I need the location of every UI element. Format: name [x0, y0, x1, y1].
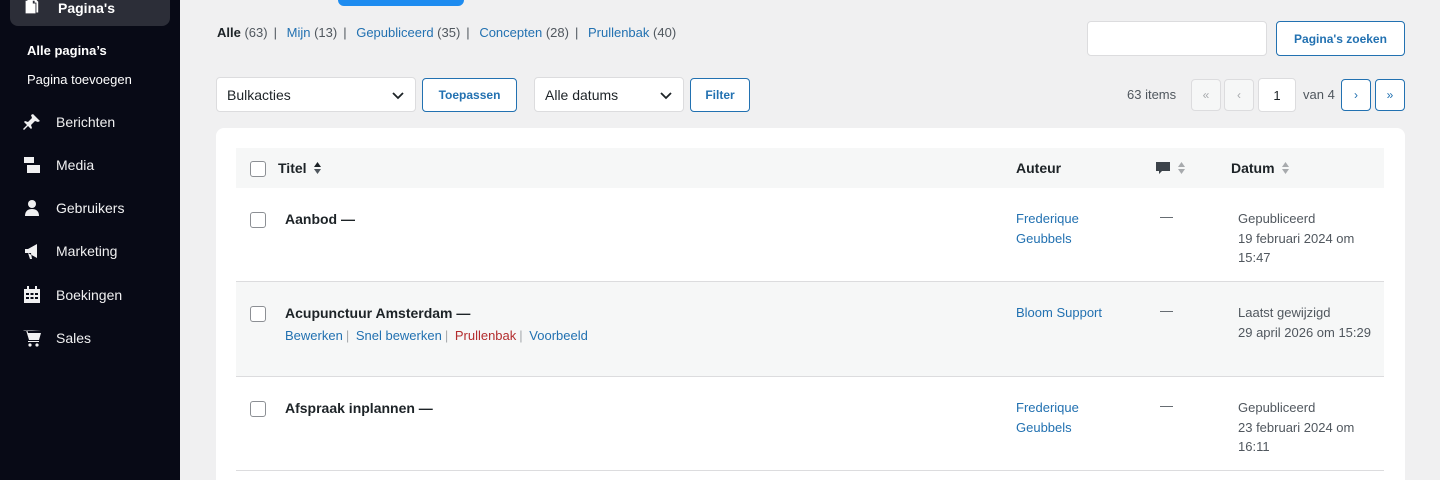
date-status: Gepubliceerd [1238, 400, 1316, 415]
select-value: Alle datums [545, 86, 619, 103]
sidebar-item-media[interactable]: Media [22, 155, 94, 175]
main-content: Alle (63) | Mijn (13) | Gepubliceerd (35) |… [180, 0, 1440, 480]
page-title-link[interactable]: Aanbod — [285, 211, 355, 227]
sidebar-item-bookings[interactable]: Boekingen [22, 285, 122, 305]
last-page-button[interactable]: » [1375, 79, 1405, 111]
filter-count: (35) [437, 25, 461, 40]
items-count: 63 items [1127, 87, 1177, 102]
date-cell: Gepubliceerd 19 februari 2024 om 15:47 [1238, 209, 1378, 268]
sidebar-item-label: Sales [56, 330, 92, 346]
author-link[interactable]: Frederique Geubbels [1016, 398, 1126, 437]
date-value: 19 februari 2024 om 15:47 [1238, 230, 1355, 266]
sidebar-item-label: Gebruikers [56, 200, 125, 216]
date-cell: Laatst gewijzigd 29 april 2026 om 15:29 [1238, 303, 1378, 342]
filter-drafts[interactable]: Concepten [479, 25, 542, 40]
first-page-button: « [1191, 79, 1221, 111]
sidebar-item-sales[interactable]: Sales [22, 328, 91, 348]
preview-link[interactable]: Voorbeeld [529, 328, 588, 343]
comment-icon [1156, 162, 1170, 174]
pages-icon [25, 0, 39, 14]
filter-count: (40) [653, 25, 677, 40]
calendar-icon [24, 286, 40, 303]
page-title-link[interactable]: Acupunctuur Amsterdam — [285, 305, 470, 321]
sidebar-sub-add-page[interactable]: Pagina toevoegen [27, 72, 132, 87]
author-link[interactable]: Frederique Geubbels [1016, 209, 1126, 248]
user-icon [25, 200, 39, 216]
pin-icon [23, 114, 40, 130]
filter-count: (13) [314, 25, 338, 40]
date-status: Gepubliceerd [1238, 211, 1316, 226]
table-header: Titel Auteur Datum [236, 148, 1384, 188]
search-pages-button[interactable]: Pagina's zoeken [1276, 21, 1405, 56]
column-label: Datum [1231, 160, 1275, 176]
table-row: Afspraak inplannen — Frederique Geubbels… [236, 377, 1384, 471]
row-checkbox[interactable] [250, 306, 266, 322]
next-page-button[interactable]: › [1341, 79, 1371, 111]
sidebar-item-label: Marketing [56, 243, 118, 259]
row-checkbox[interactable] [250, 212, 266, 228]
column-date[interactable]: Datum [1231, 160, 1290, 176]
add-new-button[interactable] [338, 0, 464, 6]
column-author: Auteur [1016, 160, 1061, 176]
sidebar-item-label: Media [56, 157, 95, 173]
trash-link[interactable]: Prullenbak [455, 328, 516, 343]
comment-count: — [1160, 209, 1173, 224]
admin-sidebar: Pagina's Alle pagina’s Pagina toevoegen … [0, 0, 180, 480]
date-value: 23 februari 2024 om 16:11 [1238, 419, 1355, 455]
status-filter-links: Alle (63) | Mijn (13) | Gepubliceerd (35) |… [217, 25, 677, 40]
filter-trash[interactable]: Prullenbak [588, 25, 649, 40]
prev-page-button: ‹ [1224, 79, 1254, 111]
column-label: Auteur [1016, 160, 1062, 176]
page-title-link[interactable]: Afspraak inplannen — [285, 400, 433, 416]
date-status: Laatst gewijzigd [1238, 305, 1331, 320]
column-comments[interactable] [1155, 160, 1186, 176]
sidebar-item-marketing[interactable]: Marketing [22, 241, 117, 261]
date-cell: Gepubliceerd 23 februari 2024 om 16:11 [1238, 398, 1378, 457]
sidebar-item-pages[interactable]: Pagina's [10, 0, 170, 26]
edit-link[interactable]: Bewerken [285, 328, 343, 343]
bulk-actions-select[interactable]: Bulkacties [216, 77, 416, 112]
date-filter-select[interactable]: Alle datums [534, 77, 684, 112]
column-label: Titel [278, 160, 307, 176]
sort-icon [1281, 162, 1289, 174]
comment-count: — [1160, 398, 1173, 413]
sidebar-item-posts[interactable]: Berichten [22, 112, 115, 132]
sidebar-item-label: Boekingen [56, 287, 123, 303]
row-checkbox[interactable] [250, 401, 266, 417]
pages-table: Titel Auteur Datum Aanbod — Frederique G… [216, 128, 1405, 480]
cart-icon [23, 330, 41, 347]
sort-icon [1178, 162, 1185, 174]
select-value: Bulkacties [227, 86, 291, 103]
sidebar-item-label: Pagina's [58, 0, 116, 16]
apply-button[interactable]: Toepassen [422, 78, 517, 112]
sidebar-item-users[interactable]: Gebruikers [22, 198, 124, 218]
author-link[interactable]: Bloom Support [1016, 303, 1126, 323]
chevron-down-icon [392, 91, 404, 99]
row-actions: Bewerken | Snel bewerken | Prullenbak | Voo… [285, 328, 588, 343]
chevron-down-icon [660, 91, 672, 99]
quick-edit-link[interactable]: Snel bewerken [356, 328, 442, 343]
comment-count: — [1160, 303, 1173, 318]
sort-icon [313, 162, 321, 174]
search-input[interactable] [1087, 21, 1267, 56]
filter-mine[interactable]: Mijn [287, 25, 311, 40]
total-pages: van 4 [1303, 87, 1335, 102]
filter-all[interactable]: Alle [217, 25, 241, 40]
filter-count: (28) [545, 25, 569, 40]
filter-published[interactable]: Gepubliceerd [356, 25, 433, 40]
media-icon [24, 157, 40, 173]
select-all-checkbox[interactable] [250, 161, 266, 177]
filter-count: (63) [244, 25, 268, 40]
column-title[interactable]: Titel [278, 160, 322, 176]
table-row: Aanbod — Frederique Geubbels — Gepublice… [236, 188, 1384, 282]
filter-button[interactable]: Filter [690, 78, 750, 112]
date-value: 29 april 2026 om 15:29 [1238, 324, 1371, 340]
table-row: Acupunctuur Amsterdam — Bewerken | Snel b… [236, 282, 1384, 377]
megaphone-icon [25, 244, 37, 259]
sidebar-sub-all-pages[interactable]: Alle pagina’s [27, 43, 107, 58]
sidebar-item-label: Berichten [56, 114, 116, 130]
current-page-input[interactable]: 1 [1258, 78, 1296, 112]
